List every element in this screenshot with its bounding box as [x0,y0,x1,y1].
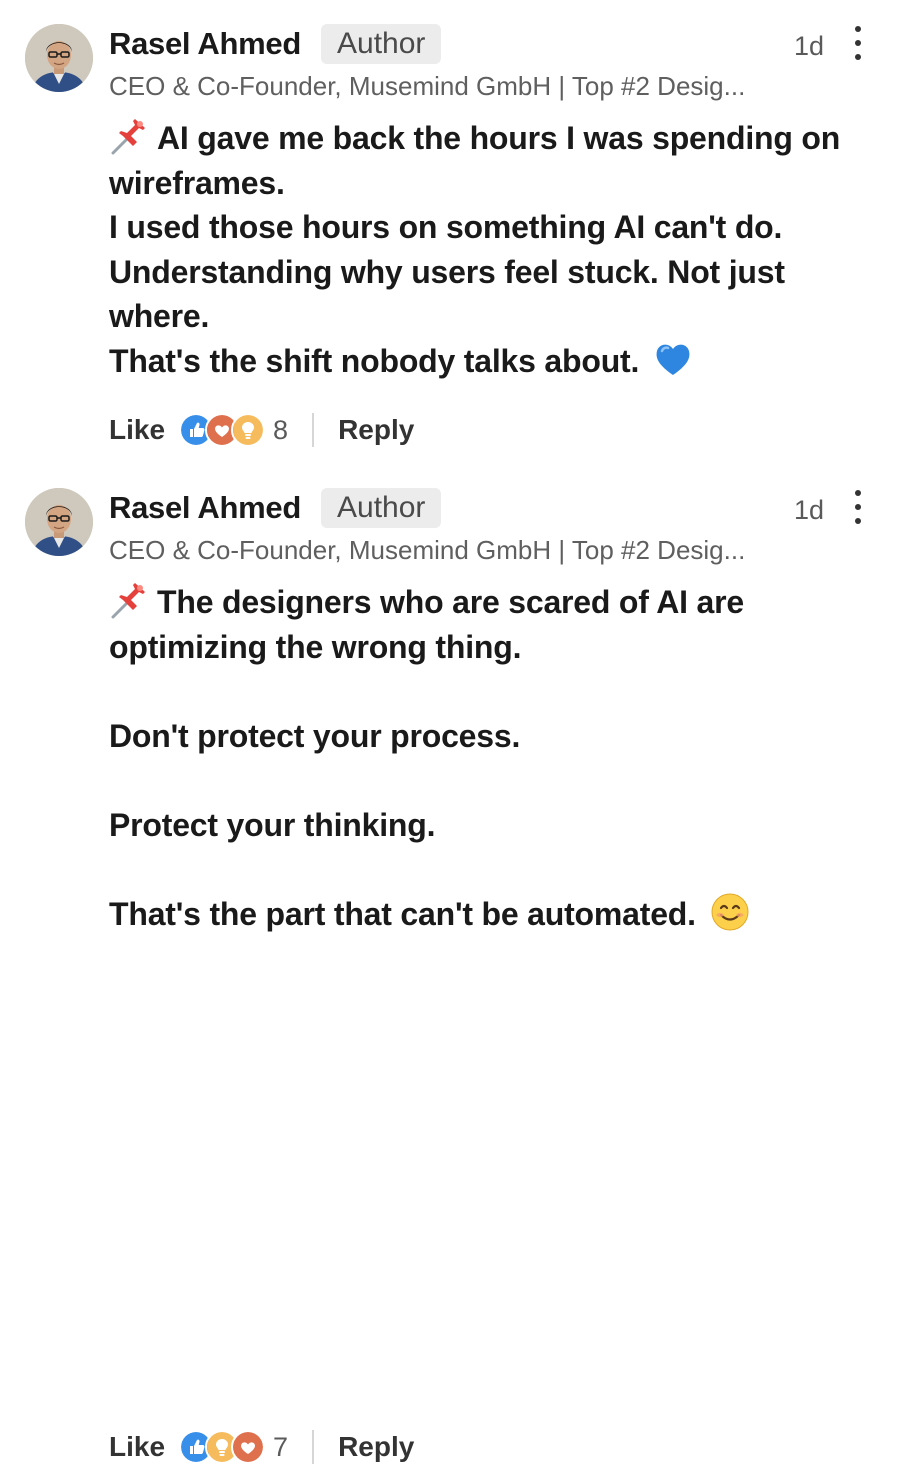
comment-line: Protect your thinking. [109,806,436,843]
comment-line: AI gave me back the hours I was spending… [109,116,869,161]
comment-line [109,758,869,803]
comment-line: That's the part that can't be automated. [109,892,869,937]
author-badge: Author [321,24,442,64]
comment-line: wireframes. [109,164,285,201]
comment-text: AI gave me back the hours I was spending… [109,116,869,383]
comment-line: That's the shift nobody talks about. [109,339,869,384]
reactions-summary[interactable] [179,413,266,447]
more-options-icon[interactable] [848,26,868,60]
author-headline: CEO & Co-Founder, Musemind GmbH | Top #2… [109,71,746,101]
love-icon [231,1430,266,1464]
author-badge: Author [321,488,442,528]
like-button[interactable]: Like [109,1431,165,1463]
divider [312,413,315,447]
blue-heart-icon [653,339,693,379]
comment-timestamp: 1d [794,495,825,525]
pushpin-icon [109,117,149,155]
reaction-count[interactable]: 8 [273,415,288,446]
avatar[interactable] [25,488,93,556]
comment-line: I used those hours on something AI can't… [109,209,783,245]
reply-button[interactable]: Reply [338,414,414,446]
comment-line: The designers who are scared of AI are [109,580,869,625]
comment-line [109,847,869,892]
comment-timestamp: 1d [794,31,825,61]
comment-actions: Like 8 Reply [109,410,414,450]
reply-button[interactable]: Reply [338,1431,414,1463]
smiling-face-icon [710,892,750,932]
comment-line: where. [109,298,210,334]
comment-text: The designers who are scared of AI are o… [109,580,869,936]
like-button[interactable]: Like [109,414,165,446]
author-name[interactable]: Rasel Ahmed [109,25,301,63]
divider [312,1430,315,1464]
reaction-count[interactable]: 7 [273,1432,288,1463]
insightful-icon [231,413,266,447]
comment-line: optimizing the wrong thing. [109,628,522,665]
more-options-icon[interactable] [848,490,868,524]
avatar[interactable] [25,24,93,92]
comment-line: Don't protect your process. [109,717,521,754]
reactions-summary[interactable] [179,1430,266,1464]
pushpin-icon [109,581,149,619]
comment-line [109,669,869,714]
comment-actions: Like 7 Reply [109,1427,414,1467]
comment-line: Understanding why users feel stuck. Not … [109,253,785,290]
author-name[interactable]: Rasel Ahmed [109,489,301,527]
author-headline: CEO & Co-Founder, Musemind GmbH | Top #2… [109,535,746,565]
